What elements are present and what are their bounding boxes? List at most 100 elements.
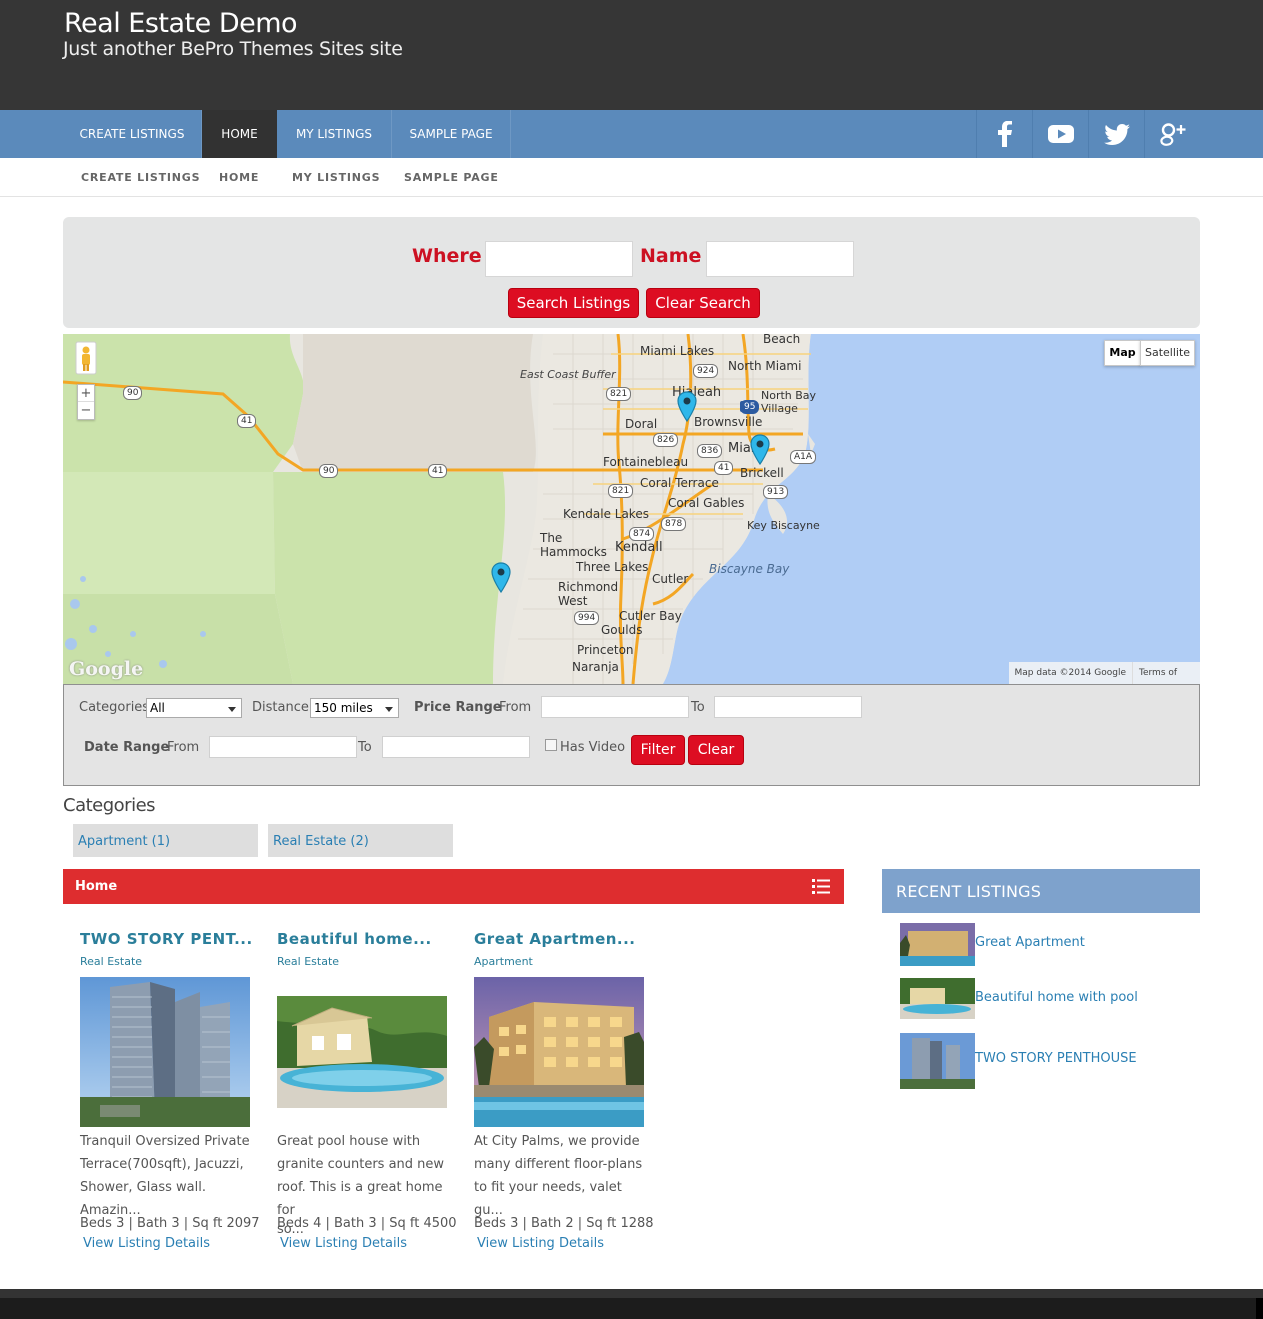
nav-item-home[interactable]: HOME: [202, 110, 277, 158]
listing-image[interactable]: [474, 977, 644, 1127]
google-plus-icon[interactable]: [1144, 110, 1200, 158]
twitter-icon[interactable]: [1088, 110, 1144, 158]
site-tagline: Just another BePro Themes Sites site: [63, 38, 403, 60]
listing-image[interactable]: [80, 977, 250, 1127]
listings-header-title: Home: [75, 879, 118, 894]
listing-title[interactable]: TWO STORY PENT...: [80, 930, 255, 948]
recent-listing-thumbnail[interactable]: [900, 923, 975, 966]
nav-item-my-listings[interactable]: MY LISTINGS: [277, 110, 392, 158]
map-place-label: Brownsville: [694, 415, 763, 429]
listing-stats: Beds 4 | Bath 3 | Sq ft 4500: [277, 1216, 457, 1231]
where-label: Where: [412, 245, 482, 267]
subnav-item-create-listings[interactable]: CREATE LISTINGS: [81, 171, 200, 184]
map[interactable]: + − Map Satellite 90 41 90 41 924 821 95…: [63, 334, 1200, 684]
listing-title[interactable]: Great Apartmen...: [474, 930, 649, 948]
road-shield: 95: [740, 400, 760, 414]
site-title[interactable]: Real Estate Demo: [64, 8, 298, 39]
filter-button[interactable]: Filter: [631, 735, 685, 765]
map-marker-icon[interactable]: [749, 434, 771, 466]
subnav-item-home[interactable]: HOME: [219, 171, 259, 184]
map-marker-icon[interactable]: [676, 391, 698, 423]
category-box: Real Estate (2): [268, 824, 453, 857]
youtube-icon[interactable]: [1032, 110, 1088, 158]
zoom-in-button[interactable]: +: [78, 385, 94, 402]
recent-listing-item: TWO STORY PENTHOUSE: [900, 1033, 1200, 1089]
date-from-input[interactable]: [209, 736, 357, 758]
subnav-item-sample-page[interactable]: SAMPLE PAGE: [404, 171, 499, 184]
map-marker-icon[interactable]: [490, 562, 512, 594]
road-shield: 924: [693, 364, 719, 378]
view-listing-details-link[interactable]: View Listing Details: [280, 1236, 407, 1251]
facebook-icon[interactable]: [976, 110, 1032, 158]
view-listing-details-link[interactable]: View Listing Details: [83, 1236, 210, 1251]
listing-image[interactable]: [277, 996, 447, 1108]
recent-listing-thumbnail[interactable]: [900, 1033, 975, 1089]
map-type-map-button[interactable]: Map: [1104, 340, 1141, 366]
listing-description-line: Great pool house with: [277, 1134, 421, 1149]
price-from-label: From: [499, 700, 532, 715]
map-place-label: Three Lakes: [576, 560, 649, 574]
map-terms-link[interactable]: Terms of Use: [1132, 662, 1200, 684]
price-to-input[interactable]: [714, 696, 862, 718]
clear-search-button[interactable]: Clear Search: [646, 288, 760, 318]
listings-header-bar: Home: [63, 869, 844, 904]
where-input[interactable]: [485, 241, 633, 277]
map-place-label: Naranja: [572, 660, 619, 674]
road-shield: 90: [319, 464, 339, 478]
categories-select[interactable]: All: [146, 698, 242, 718]
price-range-label: Price Range: [414, 700, 502, 715]
map-place-label: Cutler Bay: [619, 609, 682, 623]
recent-listings-header: RECENT LISTINGS: [882, 869, 1200, 913]
road-shield: 821: [608, 484, 634, 498]
map-place-label: Princeton: [577, 643, 634, 657]
map-place-label: Cutler: [652, 572, 689, 586]
road-shield: 994: [574, 611, 600, 625]
search-listings-button[interactable]: Search Listings: [508, 288, 639, 318]
categories-select-value: All: [150, 701, 165, 715]
recent-listing-item: Great Apartment: [900, 923, 1200, 967]
recent-listing-link[interactable]: Great Apartment: [975, 935, 1085, 950]
zoom-control: + −: [77, 384, 95, 420]
has-video-checkbox[interactable]: [545, 739, 557, 751]
clear-filter-button[interactable]: Clear: [688, 735, 744, 765]
nav-item-create-listings[interactable]: CREATE LISTINGS: [63, 110, 202, 158]
map-place-label: Coral Gables: [668, 496, 745, 510]
map-type-satellite-button[interactable]: Satellite: [1140, 340, 1195, 366]
nav-item-sample-page[interactable]: SAMPLE PAGE: [392, 110, 511, 158]
zoom-out-button[interactable]: −: [78, 402, 94, 419]
date-from-label: From: [167, 740, 200, 755]
listing-description-line: Tranquil Oversized Private: [80, 1134, 250, 1149]
category-link-apartment[interactable]: Apartment (1): [78, 834, 170, 849]
view-listing-details-link[interactable]: View Listing Details: [477, 1236, 604, 1251]
category-link-real-estate[interactable]: Real Estate (2): [273, 834, 369, 849]
road-shield: 878: [661, 517, 687, 531]
listing-category[interactable]: Real Estate: [80, 955, 255, 968]
distance-select[interactable]: 150 miles: [310, 698, 399, 718]
site-header: Real Estate Demo Just another BePro Them…: [0, 0, 1263, 110]
price-from-input[interactable]: [541, 696, 689, 718]
name-input[interactable]: [706, 241, 854, 277]
listing-title[interactable]: Beautiful home...: [277, 930, 452, 948]
categories-heading: Categories: [63, 795, 156, 816]
list-view-icon[interactable]: [812, 879, 830, 894]
recent-listing-link[interactable]: TWO STORY PENTHOUSE: [975, 1051, 1137, 1066]
road-shield: 41: [714, 461, 734, 475]
road-shield: 41: [428, 464, 448, 478]
road-shield: 826: [653, 433, 679, 447]
date-to-label: To: [358, 740, 372, 755]
street-view-pegman-icon[interactable]: [75, 341, 97, 375]
listing-description: Tranquil Oversized Private Terrace(700sq…: [80, 1130, 252, 1222]
map-place-label: Brickell: [740, 466, 784, 480]
subnav-item-my-listings[interactable]: MY LISTINGS: [292, 171, 380, 184]
chevron-down-icon: [228, 707, 236, 712]
recent-listing-link[interactable]: Beautiful home with pool: [975, 990, 1138, 1005]
listing-category[interactable]: Real Estate: [277, 955, 452, 968]
map-place-label: Beach: [763, 334, 801, 346]
recent-listing-thumbnail[interactable]: [900, 978, 975, 1019]
map-place-label: Key Biscayne: [747, 519, 820, 532]
map-attribution: Map data ©2014 Google: [1008, 662, 1132, 684]
google-logo[interactable]: Google: [69, 658, 143, 680]
map-place-label: Kendall: [615, 540, 663, 555]
listing-category[interactable]: Apartment: [474, 955, 649, 968]
date-to-input[interactable]: [382, 736, 530, 758]
